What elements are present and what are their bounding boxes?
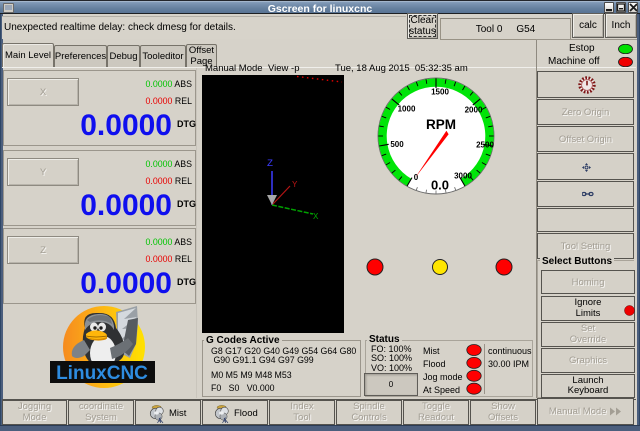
svg-text:0: 0 (414, 173, 419, 182)
svg-text:0.0: 0.0 (431, 178, 449, 193)
svg-text:Y: Y (292, 180, 298, 190)
svg-text:3000: 3000 (454, 172, 472, 181)
svg-text:2500: 2500 (476, 140, 494, 149)
svg-text:Z: Z (267, 159, 273, 170)
svg-text:X: X (313, 212, 319, 222)
svg-text:LinuxCNC: LinuxCNC (56, 363, 148, 384)
svg-text:500: 500 (390, 140, 404, 149)
svg-text:1000: 1000 (398, 104, 416, 113)
svg-text:2000: 2000 (465, 105, 483, 114)
svg-text:RPM: RPM (426, 117, 456, 132)
svg-text:1500: 1500 (431, 87, 449, 96)
